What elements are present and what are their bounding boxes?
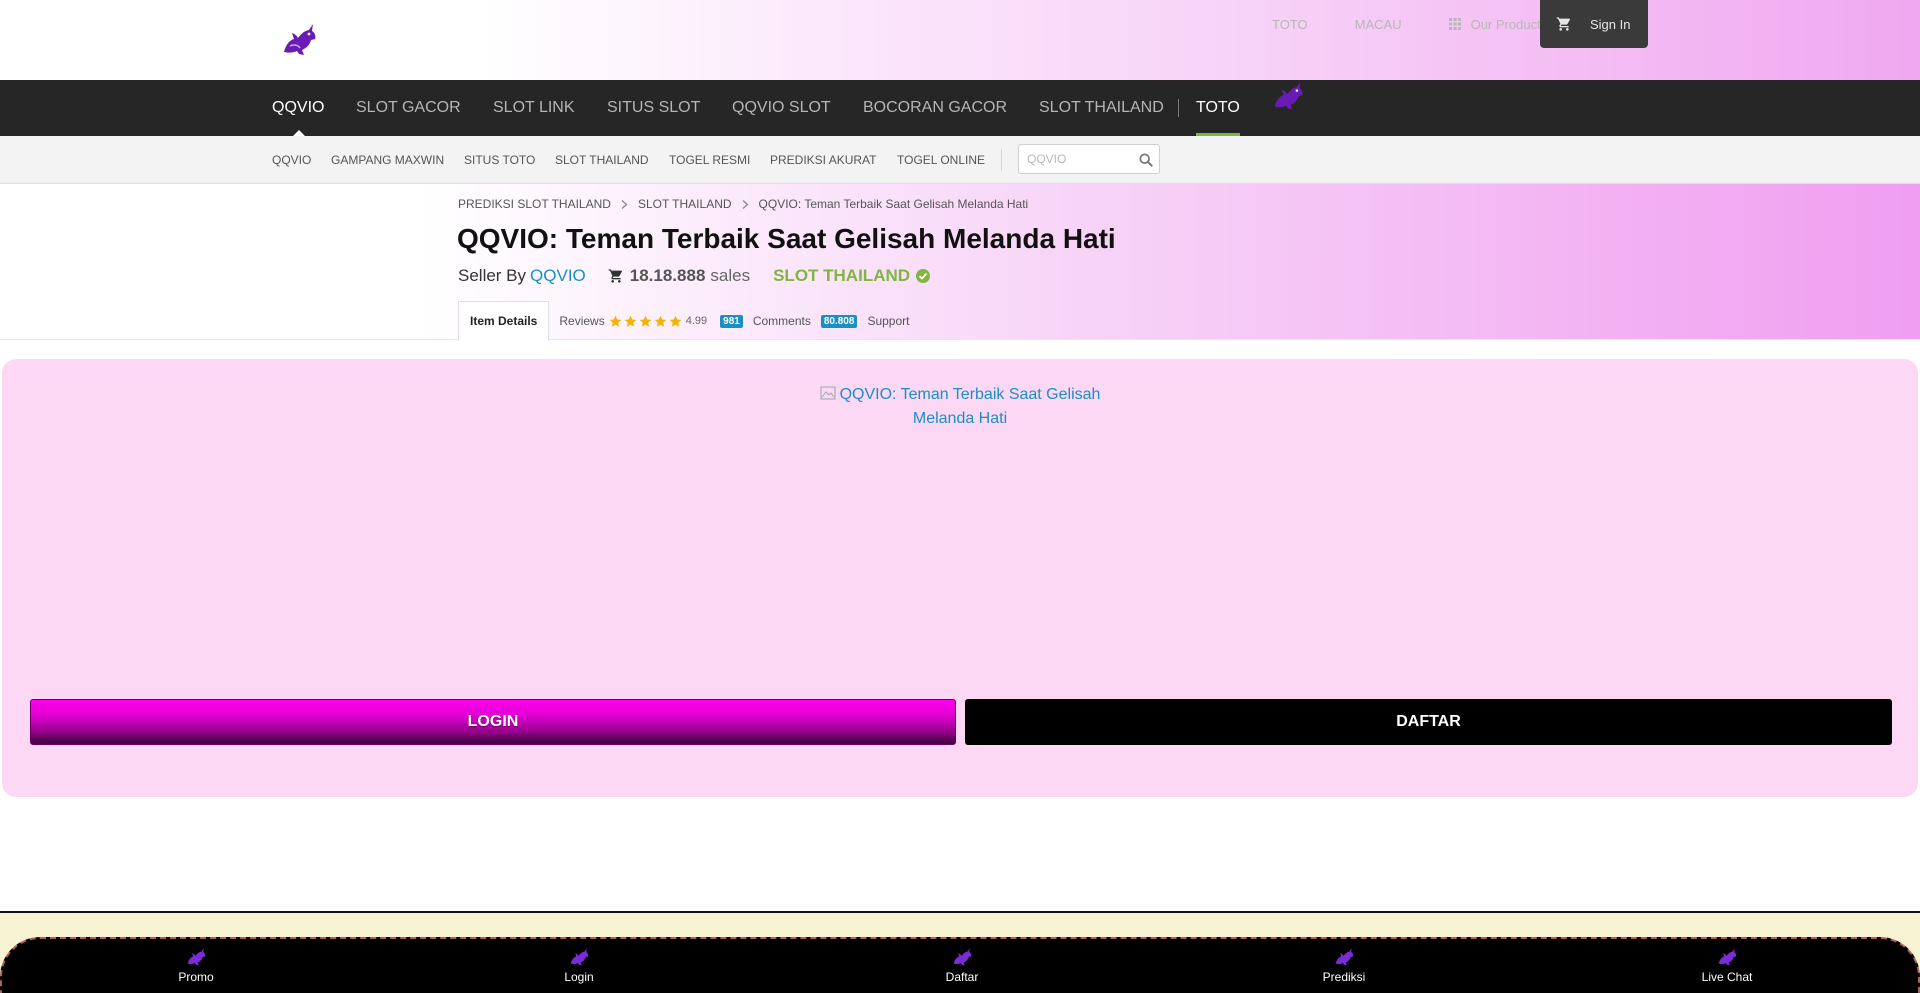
- rating-value: 4.99: [685, 315, 708, 327]
- broken-image-icon: [820, 386, 836, 400]
- grid-icon: [1448, 18, 1461, 30]
- nav-logo-icon[interactable]: [1270, 80, 1306, 112]
- tab-support[interactable]: Support: [867, 314, 909, 328]
- daftar-button[interactable]: DAFTAR: [965, 699, 1892, 745]
- promo-panel: QQVIO: Teman Terbaik Saat Gelisah Meland…: [2, 359, 1918, 797]
- search-input[interactable]: [1027, 150, 1127, 168]
- sub-nav-item-slot-thailand[interactable]: SLOT THAILAND: [555, 136, 649, 184]
- tab-comments[interactable]: Comments 80.808: [753, 314, 858, 328]
- breadcrumb-item[interactable]: SLOT THAILAND: [638, 197, 732, 211]
- bottom-nav-label: Login: [564, 970, 594, 984]
- bottom-nav-prediksi[interactable]: Prediksi: [1284, 939, 1404, 993]
- tab-reviews[interactable]: Reviews 4.99 981: [559, 314, 743, 328]
- bottom-nav-label: Daftar: [945, 970, 979, 984]
- sub-nav: QQVIO GAMPANG MAXWIN SITUS TOTO SLOT THA…: [0, 136, 1920, 184]
- reviews-count-badge: 981: [720, 314, 743, 328]
- item-tabs: Item Details Reviews 4.99 981 Comments 8…: [458, 301, 909, 341]
- breadcrumb: PREDIKSI SLOT THAILAND SLOT THAILAND QQV…: [458, 197, 1028, 211]
- sub-nav-item-situs-toto[interactable]: SITUS TOTO: [464, 136, 535, 184]
- main-nav-item-slot-thailand[interactable]: SLOT THAILAND: [1039, 80, 1164, 136]
- star-icon: [654, 315, 667, 327]
- item-meta: Seller By QQVIO 18.18.888 sales SLOT THA…: [458, 265, 931, 287]
- main-nav-item-qqvio[interactable]: QQVIO: [272, 80, 324, 136]
- sub-nav-item-togel-resmi[interactable]: TOGEL RESMI: [669, 136, 750, 184]
- main-nav-item-slot-gacor[interactable]: SLOT GACOR: [356, 80, 461, 136]
- main-nav: QQVIO SLOT GACOR SLOT LINK SITUS SLOT QQ…: [0, 80, 1920, 136]
- verified-check-icon: [916, 269, 931, 283]
- sales-count: 18.18.888: [629, 266, 706, 285]
- top-link-toto[interactable]: TOTO: [1272, 17, 1308, 32]
- seller-prefix: Seller By: [458, 266, 527, 285]
- sub-nav-item-qqvio[interactable]: QQVIO: [272, 136, 311, 184]
- bottom-nav-live-chat[interactable]: Live Chat: [1667, 939, 1787, 993]
- promo-icon: [187, 948, 206, 966]
- bottom-nav-bar: Promo Login Daftar Prediksi Live Chat: [0, 937, 1920, 993]
- bottom-nav-label: Prediksi: [1322, 970, 1366, 984]
- seller-link[interactable]: QQVIO: [530, 266, 586, 286]
- tab-comments-label: Comments: [752, 314, 811, 328]
- cart-icon: [1556, 17, 1570, 31]
- daftar-icon: [953, 948, 972, 966]
- bottom-nav-login[interactable]: Login: [519, 939, 639, 993]
- bottom-nav-daftar[interactable]: Daftar: [902, 939, 1022, 993]
- comments-count-badge: 80.808: [820, 314, 858, 328]
- sign-in-label: Sign In: [1590, 16, 1631, 32]
- sales-unit: sales: [710, 266, 751, 285]
- star-icon: [609, 315, 622, 327]
- breadcrumb-current: QQVIO: Teman Terbaik Saat Gelisah Meland…: [758, 197, 1029, 211]
- page-title: QQVIO: Teman Terbaik Saat Gelisah Meland…: [457, 223, 1116, 254]
- search-icon[interactable]: [1139, 153, 1153, 167]
- promo-image-alt: QQVIO: Teman Terbaik Saat Gelisah Meland…: [839, 386, 1101, 427]
- bottom-nav-label: Live Chat: [1701, 970, 1753, 984]
- sub-nav-item-togel-online[interactable]: TOGEL ONLINE: [897, 136, 985, 184]
- our-products-link[interactable]: Our Products: [1448, 16, 1548, 32]
- search-box: [1018, 144, 1160, 174]
- main-nav-item-slot-link[interactable]: SLOT LINK: [493, 80, 575, 136]
- tab-item-details[interactable]: Item Details: [458, 301, 550, 341]
- rating-stars: [609, 315, 682, 328]
- chevron-right-icon: [742, 199, 749, 209]
- star-icon: [639, 315, 652, 327]
- login-icon: [570, 948, 589, 966]
- star-icon: [624, 315, 637, 327]
- logo-icon[interactable]: [280, 22, 318, 58]
- top-header: TOTO MACAU Our Products Sign In: [0, 0, 1920, 80]
- top-link-macau[interactable]: MACAU: [1355, 17, 1402, 32]
- item-header: PREDIKSI SLOT THAILAND SLOT THAILAND QQV…: [0, 184, 1920, 341]
- sub-nav-item-prediksi-akurat[interactable]: PREDIKSI AKURAT: [770, 136, 876, 184]
- nav-divider: [1178, 99, 1179, 117]
- bottom-nav-label: Promo: [178, 970, 214, 984]
- chevron-right-icon: [621, 199, 628, 209]
- our-products-label: Our Products: [1470, 16, 1548, 32]
- live-chat-icon: [1718, 948, 1737, 966]
- main-nav-item-situs-slot[interactable]: SITUS SLOT: [607, 80, 700, 136]
- main-nav-item-toto[interactable]: TOTO: [1196, 80, 1240, 136]
- login-button[interactable]: LOGIN: [30, 699, 956, 745]
- main-nav-item-qqvio-slot[interactable]: QQVIO SLOT: [732, 80, 831, 136]
- top-links: TOTO MACAU Our Products: [1272, 0, 1563, 48]
- prediksi-icon: [1335, 948, 1354, 966]
- bottom-nav-promo[interactable]: Promo: [136, 939, 256, 993]
- sub-nav-divider: [1001, 149, 1002, 171]
- star-icon: [669, 315, 682, 327]
- sign-in-button[interactable]: Sign In: [1540, 0, 1648, 48]
- sub-nav-item-gampang-maxwin[interactable]: GAMPANG MAXWIN: [331, 136, 444, 184]
- breadcrumb-item[interactable]: PREDIKSI SLOT THAILAND: [458, 197, 611, 211]
- category-badge: SLOT THAILAND: [773, 266, 911, 285]
- main-nav-item-bocoran-gacor[interactable]: BOCORAN GACOR: [863, 80, 1007, 136]
- cart-icon: [608, 269, 622, 283]
- promo-image[interactable]: QQVIO: Teman Terbaik Saat Gelisah Meland…: [810, 383, 1110, 431]
- tab-reviews-label: Reviews: [559, 314, 605, 328]
